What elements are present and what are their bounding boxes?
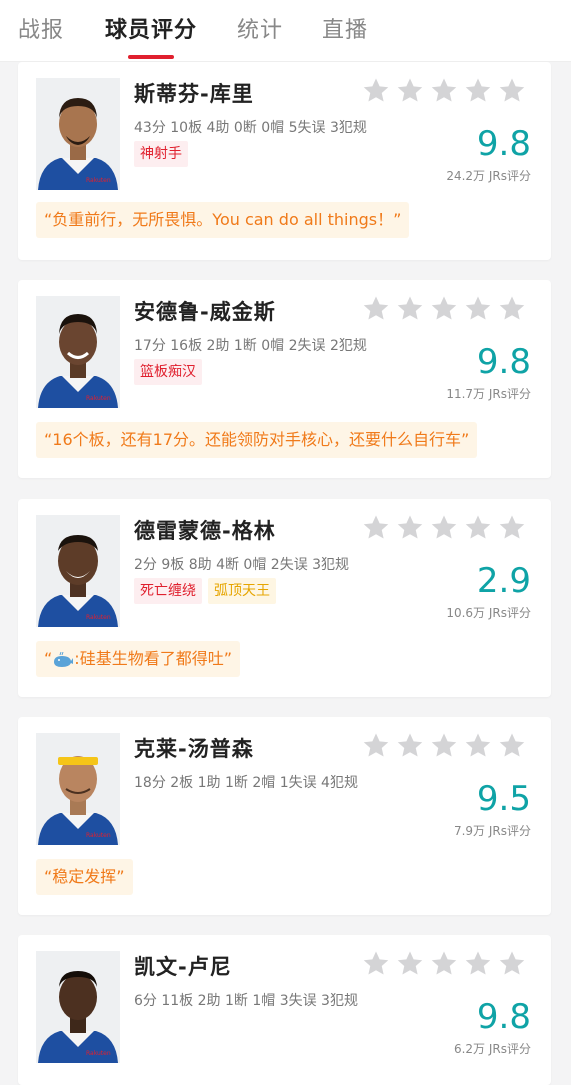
rating-count: 7.9万 JRs评分 <box>453 824 531 838</box>
player-stats: 2分 9板 8助 4断 0帽 2失误 3犯规 <box>134 557 350 573</box>
star-icon[interactable] <box>497 76 527 106</box>
star-icon[interactable] <box>463 294 493 324</box>
player-quote: “稳定发挥” <box>36 859 133 895</box>
rating-stars[interactable] <box>361 513 527 543</box>
player-score: 9.8 <box>476 342 531 382</box>
rating-count: 10.6万 JRs评分 <box>446 606 531 620</box>
player-score: 9.5 <box>476 779 531 819</box>
rating-stars[interactable] <box>361 949 527 979</box>
svg-text:Rakuten: Rakuten <box>86 177 111 184</box>
star-icon[interactable] <box>497 949 527 979</box>
player-quote: “ :硅基生物看了都得吐” <box>36 641 240 677</box>
player-tag: 神射手 <box>134 141 188 167</box>
tab-live[interactable]: 直播 <box>322 12 368 44</box>
player-tag: 篮板痴汉 <box>134 359 202 385</box>
star-icon[interactable] <box>361 76 391 106</box>
rating-stars[interactable] <box>361 76 527 106</box>
player-tag: 死亡缠绕 <box>134 578 202 604</box>
player-name: 斯蒂芬-库里 <box>134 82 254 106</box>
tab-bar: 战报 球员评分 统计 直播 <box>0 0 571 62</box>
star-icon[interactable] <box>463 949 493 979</box>
player-card[interactable]: Rakuten 德雷蒙德-格林 2分 9板 8助 4断 0帽 2失误 3犯规 死… <box>18 499 551 697</box>
svg-text:Rakuten: Rakuten <box>86 614 111 621</box>
rating-count: 24.2万 JRs评分 <box>446 169 531 183</box>
player-avatar: Rakuten <box>36 515 120 627</box>
star-icon[interactable] <box>463 76 493 106</box>
player-avatar: Rakuten <box>36 78 120 190</box>
player-name: 克莱-汤普森 <box>134 737 254 761</box>
star-icon[interactable] <box>429 949 459 979</box>
player-tags: 死亡缠绕 弧顶天王 <box>134 578 282 604</box>
rating-stars[interactable] <box>361 731 527 761</box>
star-icon[interactable] <box>429 731 459 761</box>
player-name: 德雷蒙德-格林 <box>134 519 276 543</box>
player-avatar: Rakuten <box>36 951 120 1063</box>
tab-report[interactable]: 战报 <box>18 12 64 44</box>
player-stats: 18分 2板 1助 1断 2帽 1失误 4犯规 <box>134 775 358 791</box>
player-score: 9.8 <box>476 124 531 164</box>
player-avatar: Rakuten <box>36 733 120 845</box>
star-icon[interactable] <box>361 513 391 543</box>
star-icon[interactable] <box>395 294 425 324</box>
tab-player-ratings[interactable]: 球员评分 <box>105 12 197 44</box>
player-tags: 神射手 <box>134 141 194 167</box>
player-name: 凯文-卢尼 <box>134 955 232 979</box>
rating-stars[interactable] <box>361 294 527 324</box>
star-icon[interactable] <box>395 949 425 979</box>
star-icon[interactable] <box>395 731 425 761</box>
svg-text:Rakuten: Rakuten <box>86 1050 111 1057</box>
star-icon[interactable] <box>463 731 493 761</box>
player-name: 安德鲁-威金斯 <box>134 300 276 324</box>
quote-text: :硅基生物看了都得吐” <box>74 649 232 668</box>
whale-icon <box>54 651 74 667</box>
star-icon[interactable] <box>361 294 391 324</box>
tab-stats[interactable]: 统计 <box>237 12 283 44</box>
player-stats: 17分 16板 2助 1断 0帽 2失误 2犯规 <box>134 338 367 354</box>
svg-text:Rakuten: Rakuten <box>86 832 111 839</box>
player-card[interactable]: Rakuten 凯文-卢尼 6分 11板 2助 1断 1帽 3失误 3犯规 9.… <box>18 935 551 1085</box>
star-icon[interactable] <box>361 949 391 979</box>
star-icon[interactable] <box>497 513 527 543</box>
rating-count: 6.2万 JRs评分 <box>453 1042 531 1056</box>
player-stats: 6分 11板 2助 1断 1帽 3失误 3犯规 <box>134 993 358 1009</box>
player-avatar: Rakuten <box>36 296 120 408</box>
star-icon[interactable] <box>463 513 493 543</box>
star-icon[interactable] <box>497 294 527 324</box>
star-icon[interactable] <box>429 513 459 543</box>
player-tags: 篮板痴汉 <box>134 359 208 385</box>
star-icon[interactable] <box>395 76 425 106</box>
player-card[interactable]: Rakuten 克莱-汤普森 18分 2板 1助 1断 2帽 1失误 4犯规 9… <box>18 717 551 915</box>
star-icon[interactable] <box>395 513 425 543</box>
player-card[interactable]: Rakuten 安德鲁-威金斯 17分 16板 2助 1断 0帽 2失误 2犯规… <box>18 280 551 478</box>
star-icon[interactable] <box>429 294 459 324</box>
player-stats: 43分 10板 4助 0断 0帽 5失误 3犯规 <box>134 120 367 136</box>
player-quote: “负重前行，无所畏惧。You can do all things！” <box>36 202 410 238</box>
star-icon[interactable] <box>429 76 459 106</box>
star-icon[interactable] <box>497 731 527 761</box>
rating-count: 11.7万 JRs评分 <box>446 387 531 401</box>
active-tab-indicator <box>128 55 174 59</box>
quote-open-mark: “ <box>44 649 53 668</box>
player-quote: “16个板，还有17分。还能领防对手核心，还要什么自行车” <box>36 422 478 458</box>
player-card[interactable]: Rakuten 斯蒂芬-库里 43分 10板 4助 0断 0帽 5失误 3犯规 … <box>18 62 551 260</box>
svg-text:Rakuten: Rakuten <box>86 395 111 402</box>
star-icon[interactable] <box>361 731 391 761</box>
player-score: 9.8 <box>476 997 531 1037</box>
player-score: 2.9 <box>476 561 531 601</box>
player-tag: 弧顶天王 <box>208 578 276 604</box>
